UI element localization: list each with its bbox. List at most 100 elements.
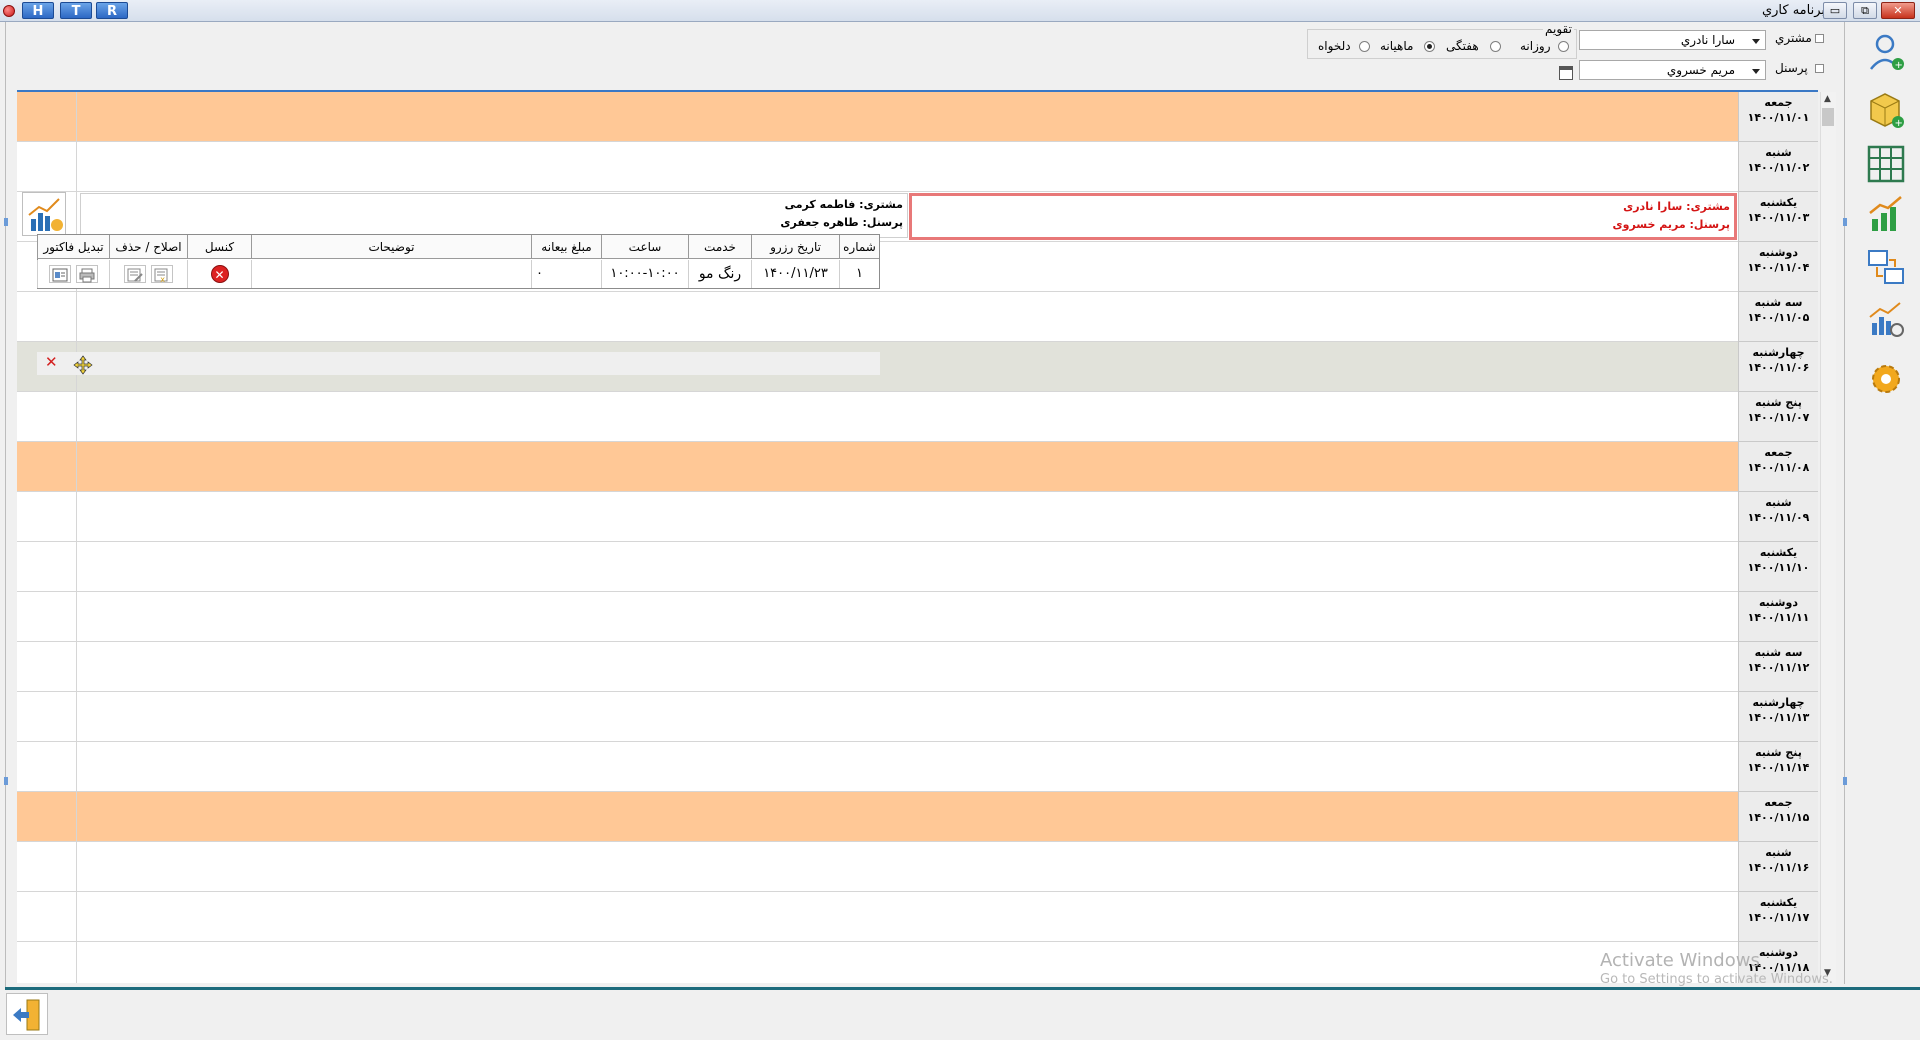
day-header[interactable]: یکشنبه ۱۴۰۰/۱۱/۰۳ — [1738, 192, 1818, 242]
restore-button[interactable]: ⧉ — [1853, 2, 1877, 19]
invoice-icon[interactable] — [49, 264, 72, 283]
cell-cancel: ✕ — [187, 260, 251, 288]
day-header[interactable]: پنج شنبه ۱۴۰۰/۱۱/۱۴ — [1738, 742, 1818, 792]
day-header[interactable]: چهارشنبه ۱۴۰۰/۱۱/۰۶ — [1738, 342, 1818, 392]
day-row[interactable]: دوشنبه ۱۴۰۰/۱۱/۱۱ — [17, 592, 1818, 642]
day-row[interactable]: شنبه ۱۴۰۰/۱۱/۱۶ — [17, 842, 1818, 892]
app-icon[interactable] — [3, 5, 15, 17]
day-header[interactable]: یکشنبه ۱۴۰۰/۱۱/۱۰ — [1738, 542, 1818, 592]
right-splitter-marker-top[interactable] — [1843, 218, 1847, 226]
reservation-table: شماره تاریخ رزرو خدمت ساعت مبلغ بیعانه ت… — [37, 234, 880, 289]
left-splitter-marker-top[interactable] — [4, 218, 8, 226]
view-daily-radio[interactable] — [1558, 41, 1569, 52]
day-header[interactable]: دوشنبه ۱۴۰۰/۱۱/۰۴ — [1738, 242, 1818, 292]
day-name: شنبه — [1765, 846, 1792, 859]
close-button[interactable]: ✕ — [1881, 2, 1915, 19]
day-header[interactable]: شنبه ۱۴۰۰/۱۱/۰۲ — [1738, 142, 1818, 192]
day-row[interactable]: یکشنبه ۱۴۰۰/۱۱/۱۰ — [17, 542, 1818, 592]
day-name: یکشنبه — [1759, 196, 1798, 209]
report-chart-button[interactable] — [22, 192, 66, 236]
day-row[interactable]: سه شنبه ۱۴۰۰/۱۱/۰۵ — [17, 292, 1818, 342]
day-name: دوشنبه — [1759, 596, 1798, 609]
print-icon[interactable] — [75, 264, 98, 283]
activation-watermark-text: Go to Settings to activate Windows. — [1600, 972, 1833, 987]
day-name: شنبه — [1765, 146, 1792, 159]
transfer-icon[interactable] — [1863, 245, 1909, 291]
day-row[interactable]: یکشنبه ۱۴۰۰/۱۱/۱۷ — [17, 892, 1818, 942]
report-chart-icon[interactable] — [1863, 297, 1909, 343]
day-header[interactable]: شنبه ۱۴۰۰/۱۱/۰۹ — [1738, 492, 1818, 542]
day-header[interactable]: جمعه ۱۴۰۰/۱۱/۰۱ — [1738, 92, 1818, 142]
day-row[interactable]: چهارشنبه ۱۴۰۰/۱۱/۱۳ — [17, 692, 1818, 742]
day-row[interactable]: جمعه ۱۴۰۰/۱۱/۰۸ — [17, 442, 1818, 492]
day-header[interactable]: شنبه ۱۴۰۰/۱۱/۱۶ — [1738, 842, 1818, 892]
quick-button-t[interactable]: T — [60, 2, 92, 19]
right-splitter-marker-bottom[interactable] — [1843, 777, 1847, 785]
staff-checkbox[interactable] — [1815, 64, 1824, 73]
quick-button-r[interactable]: R — [96, 2, 128, 19]
day-header[interactable]: جمعه ۱۴۰۰/۱۱/۱۵ — [1738, 792, 1818, 842]
move-icon[interactable] — [73, 355, 93, 375]
exit-icon — [13, 999, 40, 1031]
view-monthly-radio[interactable] — [1424, 41, 1435, 52]
day-date: ۱۴۰۰/۱۱/۱۰ — [1747, 561, 1810, 574]
cell-convert-invoice — [37, 260, 109, 288]
day-header[interactable]: جمعه ۱۴۰۰/۱۱/۰۸ — [1738, 442, 1818, 492]
day-header[interactable]: یکشنبه ۱۴۰۰/۱۱/۱۷ — [1738, 892, 1818, 942]
popup-drag-bar[interactable] — [37, 352, 880, 375]
settings-icon[interactable] — [1863, 356, 1909, 402]
day-header[interactable]: سه شنبه ۱۴۰۰/۱۱/۱۲ — [1738, 642, 1818, 692]
day-row[interactable]: جمعه ۱۴۰۰/۱۱/۰۱ — [17, 92, 1818, 142]
view-custom-label: دلخواه — [1318, 39, 1351, 53]
appointment-highlight[interactable]: مشتری: سارا نادری پرسنل: مریم خسروی — [909, 193, 1737, 240]
staff-label: پرسنل — [1775, 61, 1808, 75]
view-weekly-radio[interactable] — [1490, 41, 1501, 52]
cell-service: رنگ مو — [688, 260, 751, 288]
calendar-icon[interactable] — [1559, 66, 1573, 80]
growth-chart-icon[interactable] — [1863, 191, 1909, 237]
day-date: ۱۴۰۰/۱۱/۰۱ — [1747, 111, 1810, 124]
day-name: پنج شنبه — [1755, 746, 1802, 759]
gutter-divider — [76, 92, 77, 983]
day-row[interactable]: جمعه ۱۴۰۰/۱۱/۱۵ — [17, 792, 1818, 842]
day-date: ۱۴۰۰/۱۱/۰۹ — [1747, 511, 1810, 524]
left-frame — [5, 22, 6, 987]
day-header[interactable]: دوشنبه ۱۴۰۰/۱۱/۱۱ — [1738, 592, 1818, 642]
add-product-icon[interactable]: + — [1863, 87, 1909, 133]
day-date: ۱۴۰۰/۱۱/۱۳ — [1747, 711, 1810, 724]
customer-checkbox[interactable] — [1815, 34, 1824, 43]
day-header[interactable]: پنج شنبه ۱۴۰۰/۱۱/۰۷ — [1738, 392, 1818, 442]
cell-edit-delete: x — [109, 260, 187, 288]
day-row[interactable]: پنج شنبه ۱۴۰۰/۱۱/۰۷ — [17, 392, 1818, 442]
minimize-button[interactable]: ▭ — [1823, 2, 1847, 19]
staff-combo[interactable]: مريم خسروي — [1579, 60, 1766, 80]
day-name: جمعه — [1764, 796, 1793, 809]
cancel-icon[interactable]: ✕ — [210, 264, 229, 283]
delete-note-icon[interactable]: x — [150, 264, 173, 284]
left-splitter-marker-bottom[interactable] — [4, 777, 8, 785]
popup-close-icon[interactable]: ✕ — [45, 353, 58, 371]
day-date: ۱۴۰۰/۱۱/۰۵ — [1747, 311, 1810, 324]
chart-icon — [28, 198, 63, 231]
vertical-scrollbar[interactable]: ▲ ▼ — [1820, 92, 1836, 983]
header-convert-invoice: تبدیل فاکتور — [37, 235, 109, 259]
edit-note-icon[interactable] — [124, 264, 147, 283]
day-row[interactable]: سه شنبه ۱۴۰۰/۱۱/۱۲ — [17, 642, 1818, 692]
scroll-thumb[interactable] — [1822, 108, 1834, 126]
exit-button[interactable] — [6, 993, 48, 1035]
day-row[interactable]: پنج شنبه ۱۴۰۰/۱۱/۱۴ — [17, 742, 1818, 792]
day-header[interactable]: چهارشنبه ۱۴۰۰/۱۱/۱۳ — [1738, 692, 1818, 742]
day-name: یکشنبه — [1759, 546, 1798, 559]
day-row[interactable]: دوشنبه ۱۴۰۰/۱۱/۱۸ — [17, 942, 1818, 983]
day-header[interactable]: سه شنبه ۱۴۰۰/۱۱/۰۵ — [1738, 292, 1818, 342]
day-row[interactable]: شنبه ۱۴۰۰/۱۱/۰۹ — [17, 492, 1818, 542]
quick-button-h[interactable]: H — [22, 2, 54, 19]
appointment-popup-header: مشتری: فاطمه کرمی پرسنل: طاهره جعفری — [80, 193, 908, 238]
view-custom-radio[interactable] — [1359, 41, 1370, 52]
table-icon[interactable] — [1863, 141, 1909, 187]
customer-combo[interactable]: سارا نادري — [1579, 30, 1766, 50]
add-customer-icon[interactable]: + — [1863, 29, 1909, 75]
scroll-up-icon[interactable]: ▲ — [1824, 94, 1831, 104]
day-row[interactable]: شنبه ۱۴۰۰/۱۱/۰۲ — [17, 142, 1818, 192]
header-edit-delete: اصلاح / حذف — [109, 235, 187, 259]
